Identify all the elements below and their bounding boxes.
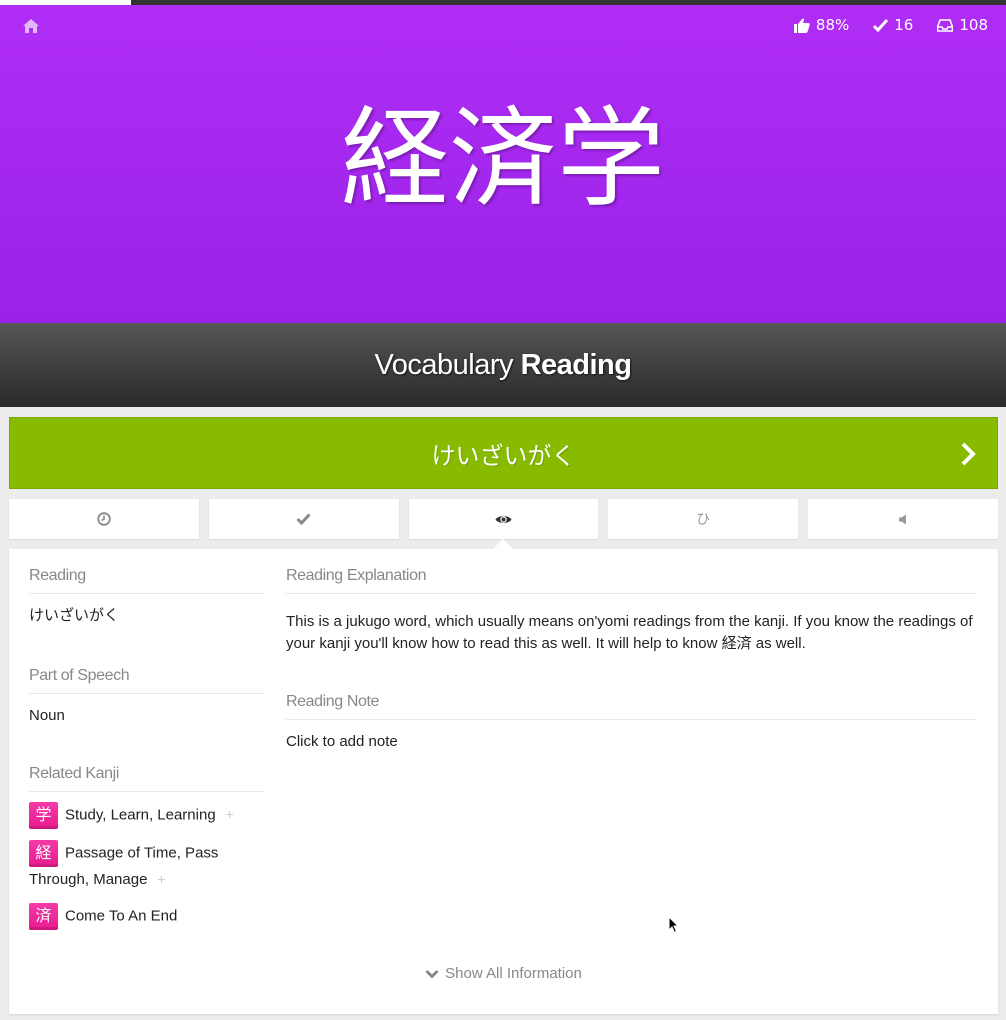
- subject-header: 88% 16 108 経済学: [0, 5, 1006, 323]
- answer-form: [9, 417, 998, 489]
- completed-count: 16: [894, 16, 914, 34]
- part-of-speech-heading: Part of Speech: [29, 667, 265, 694]
- plus-icon[interactable]: +: [157, 871, 165, 887]
- reading-explanation-heading: Reading Explanation: [286, 567, 976, 594]
- subject-characters: 経済学: [340, 97, 665, 222]
- show-all-information-button[interactable]: Show All Information: [9, 965, 998, 982]
- kanji-meaning: Study, Learn, Learning: [65, 806, 216, 824]
- tab-kana-chart[interactable]: ひ: [608, 499, 799, 539]
- reading-note-text[interactable]: Click to add note: [286, 720, 976, 753]
- question-type-label: Reading: [520, 349, 632, 381]
- part-of-speech-value: Noun: [29, 707, 65, 724]
- kanji-badge[interactable]: 経: [29, 840, 58, 867]
- tab-last-items[interactable]: [9, 499, 199, 539]
- info-left-column: Reading けいざいがく Part of Speech Noun Relat…: [29, 567, 265, 941]
- chevron-down-icon: [425, 969, 439, 979]
- show-all-label: Show All Information: [445, 965, 582, 982]
- reading-explanation-text: This is a jukugo word, which usually mea…: [286, 613, 973, 652]
- related-kanji-list: 学 Study, Learn, Learning + 経 Passage of Tim…: [29, 792, 265, 930]
- item-type-label: Vocabulary: [374, 349, 514, 381]
- reading-note-heading: Reading Note: [286, 693, 976, 720]
- item-info-panel: Reading けいざいがく Part of Speech Noun Relat…: [9, 549, 998, 1014]
- completed-stat: 16: [873, 16, 913, 34]
- related-kanji-item[interactable]: 経 Passage of Time, Pass Through, Manage +: [29, 840, 265, 892]
- related-kanji-heading: Related Kanji: [29, 765, 265, 792]
- mouse-cursor-icon: [668, 916, 680, 934]
- percent-correct-stat: 88%: [793, 16, 850, 34]
- audio-icon: [899, 514, 907, 524]
- kanji-meaning: Come To An End: [65, 907, 178, 925]
- kanji-badge[interactable]: 済: [29, 903, 58, 930]
- eye-icon: [495, 515, 512, 523]
- reading-explanation-section: Reading Explanation This is a jukugo wor…: [286, 567, 976, 655]
- answer-input[interactable]: [10, 418, 997, 488]
- tab-item-info[interactable]: [408, 499, 599, 549]
- kanji-badge[interactable]: 学: [29, 802, 58, 829]
- remaining-count: 108: [959, 16, 988, 34]
- review-stats: 88% 16 108: [793, 16, 988, 34]
- info-right-column: Reading Explanation This is a jukugo wor…: [286, 567, 976, 753]
- related-kanji-item[interactable]: 済 Come To An End: [29, 903, 265, 930]
- related-kanji-item[interactable]: 学 Study, Learn, Learning +: [29, 802, 265, 829]
- tab-wrap-up[interactable]: [208, 499, 399, 539]
- inbox-icon: [937, 18, 954, 32]
- question-type-bar: Vocabulary Reading: [0, 323, 1006, 407]
- reading-heading: Reading: [29, 567, 265, 594]
- plus-icon[interactable]: +: [226, 806, 234, 822]
- related-kanji-section: Related Kanji 学 Study, Learn, Learning + 経…: [29, 765, 265, 930]
- reading-note-section: Reading Note Click to add note: [286, 693, 976, 753]
- home-icon[interactable]: [22, 17, 40, 35]
- chevron-right-icon[interactable]: [959, 441, 979, 467]
- percent-correct-value: 88%: [815, 16, 850, 34]
- hiragana-icon: ひ: [696, 512, 711, 528]
- additional-content-tabs: ひ: [9, 499, 998, 549]
- part-of-speech-section: Part of Speech Noun: [29, 667, 265, 727]
- reading-section: Reading けいざいがく: [29, 567, 265, 627]
- check-icon: [873, 18, 889, 32]
- thumbs-up-icon: [793, 17, 810, 33]
- remaining-stat: 108: [937, 16, 988, 34]
- reading-value: けいざいがく: [29, 607, 120, 624]
- check-icon: [296, 513, 311, 525]
- clock-icon: [97, 512, 111, 526]
- tab-audio[interactable]: [808, 499, 998, 539]
